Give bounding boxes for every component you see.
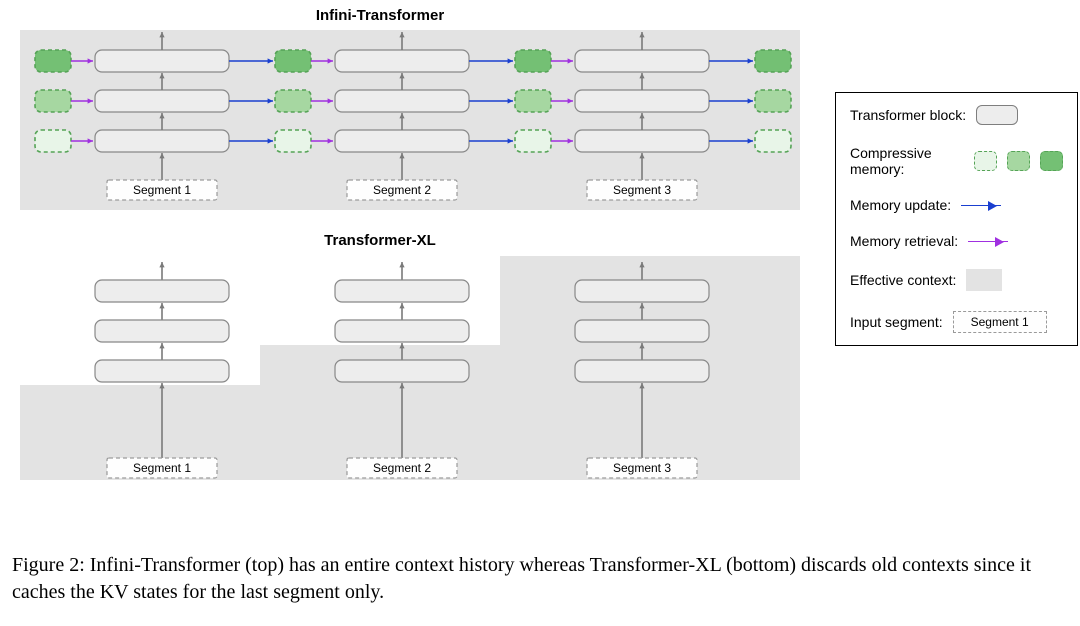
memory-chip [35,90,71,112]
transformer-block [575,280,709,302]
segment-label-text: Segment 2 [373,183,431,197]
transformer-block [335,320,469,342]
legend-row-context: Effective context: [850,269,1063,291]
legend-row-update: Memory update: [850,197,1063,213]
segment-label-text: Segment 2 [373,461,431,475]
segment-label-text: Segment 1 [133,183,191,197]
legend-label-retrieval: Memory retrieval: [850,233,958,249]
memory-chip [755,130,791,152]
legend-label-memory: Compressive memory: [850,145,964,177]
memory-chip [275,50,311,72]
transformer-block [335,360,469,382]
legend-icon-mem-2 [1007,151,1030,171]
legend-row-retrieval: Memory retrieval: [850,233,1063,249]
legend-row-transformer: Transformer block: [850,105,1063,125]
legend-icon-retrieval-arrow [968,241,1008,242]
legend: Transformer block: Compressive memory: M… [835,92,1078,346]
legend-label-input: Input segment: [850,314,943,330]
transformer-block [95,320,229,342]
legend-icon-transformer [976,105,1018,125]
transformer-block [575,50,709,72]
transformer-block [575,320,709,342]
legend-icon-mem-1 [974,151,997,171]
title-bottom: Transformer-XL [324,232,436,249]
segment-label-text: Segment 3 [613,461,671,475]
memory-chip [755,50,791,72]
transformer-block [95,360,229,382]
transformer-block [335,280,469,302]
legend-icon-segment-chip: Segment 1 [953,311,1047,333]
transformer-block [575,130,709,152]
transformer-block [95,280,229,302]
memory-chip [35,130,71,152]
legend-icon-context [966,269,1002,291]
segment-label-text: Segment 3 [613,183,671,197]
memory-chip [755,90,791,112]
segment-label-text: Segment 1 [133,461,191,475]
memory-chip [515,50,551,72]
legend-label-transformer: Transformer block: [850,107,966,123]
memory-chip [35,50,71,72]
transformer-block [335,130,469,152]
memory-chip [275,90,311,112]
figure-caption: Figure 2: Infini-Transformer (top) has a… [12,552,1068,606]
legend-row-memory: Compressive memory: [850,145,1063,177]
legend-icon-mem-3 [1040,151,1063,171]
transformer-block [575,90,709,112]
transformer-block [335,50,469,72]
transformer-block [95,50,229,72]
transformer-block [95,130,229,152]
legend-label-update: Memory update: [850,197,951,213]
transformer-block [335,90,469,112]
legend-row-input: Input segment: Segment 1 [850,311,1063,333]
transformer-block [95,90,229,112]
memory-chip [275,130,311,152]
legend-input-example: Segment 1 [971,315,1029,329]
memory-chip [515,90,551,112]
legend-label-context: Effective context: [850,272,956,288]
transformer-block [575,360,709,382]
legend-icon-update-arrow [961,205,1001,206]
memory-chip [515,130,551,152]
title-top: Infini-Transformer [316,7,445,24]
